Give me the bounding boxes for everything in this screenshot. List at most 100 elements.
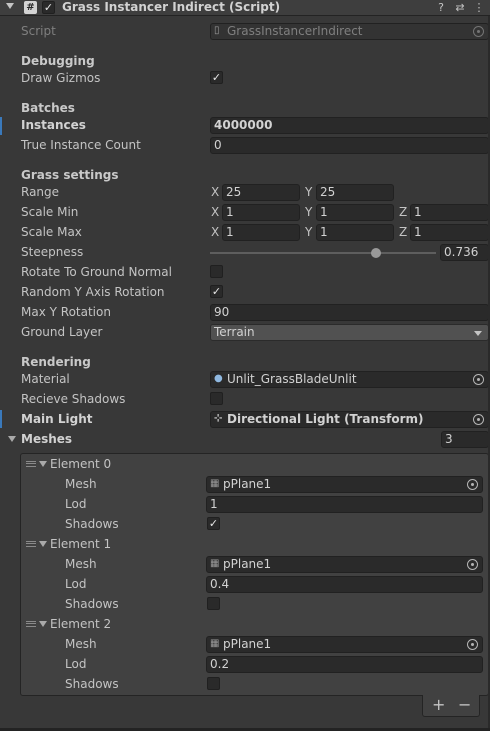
script-label: Script <box>21 24 56 38</box>
true-instance-count-label: True Instance Count <box>21 138 141 152</box>
range-x-input[interactable]: 25 <box>222 184 300 201</box>
material-picker-icon[interactable] <box>473 374 484 385</box>
scale-min-y-input[interactable]: 1 <box>316 204 394 221</box>
mesh-picker-icon[interactable] <box>467 559 478 570</box>
range-y-input[interactable]: 25 <box>316 184 394 201</box>
element-foldout-icon[interactable] <box>39 541 47 547</box>
remove-element-button[interactable]: − <box>458 697 471 713</box>
scale-max-y-label[interactable]: Y <box>305 224 312 240</box>
component-enabled-checkbox[interactable]: ✓ <box>42 1 55 14</box>
element-2-mesh-field[interactable]: ▦ pPlane1 <box>206 636 483 653</box>
meshes-foldout-icon[interactable] <box>8 436 16 442</box>
element-0-title[interactable]: Element 0 <box>50 456 111 472</box>
max-y-rotation-input[interactable]: 90 <box>210 304 489 321</box>
grass-settings-heading: Grass settings <box>21 168 119 182</box>
element-2-mesh-row: Mesh ▦ pPlane1 <box>0 635 490 653</box>
scale-max-y-input[interactable]: 1 <box>316 224 394 241</box>
element-0-mesh-field[interactable]: ▦ pPlane1 <box>206 476 483 493</box>
ground-layer-label: Ground Layer <box>21 325 103 339</box>
drag-handle-icon[interactable] <box>26 621 36 627</box>
recieve-shadows-row: Recieve Shadows <box>0 390 490 408</box>
meshes-size-input[interactable]: 3 <box>441 431 489 448</box>
material-label: Material <box>21 372 70 386</box>
recieve-shadows-checkbox[interactable] <box>210 392 223 405</box>
meshes-row: Meshes 3 <box>0 430 490 448</box>
element-1-title[interactable]: Element 1 <box>50 536 111 552</box>
script-icon: # <box>24 1 37 14</box>
mesh-picker-icon[interactable] <box>467 479 478 490</box>
element-1-lod-row: Lod 0.4 <box>0 575 490 593</box>
element-0-shadows-checkbox[interactable]: ✓ <box>207 517 220 530</box>
random-y-axis-rotation-checkbox[interactable]: ✓ <box>210 285 223 298</box>
element-0-mesh-row: Mesh ▦ pPlane1 <box>0 475 490 493</box>
element-1-mesh-field[interactable]: ▦ pPlane1 <box>206 556 483 573</box>
scale-min-z-input[interactable]: 1 <box>410 204 489 221</box>
element-2-lod-input[interactable]: 0.2 <box>206 656 483 673</box>
element-2-lod-row: Lod 0.2 <box>0 655 490 673</box>
ground-layer-row: Ground Layer Terrain <box>0 323 490 341</box>
draw-gizmos-label: Draw Gizmos <box>21 71 101 85</box>
max-y-rotation-row: Max Y Rotation 90 <box>0 303 490 321</box>
element-0-lod-input[interactable]: 1 <box>206 496 483 513</box>
random-y-axis-rotation-row: Random Y Axis Rotation ✓ <box>0 283 490 301</box>
foldout-arrow-icon[interactable] <box>6 3 14 9</box>
element-2-title[interactable]: Element 2 <box>50 616 111 632</box>
element-1-shadows-checkbox[interactable] <box>207 597 220 610</box>
steepness-slider-track[interactable] <box>210 252 436 254</box>
scale-min-label: Scale Min <box>21 205 79 219</box>
main-light-row: Main Light ⊹ Directional Light (Transfor… <box>0 410 490 428</box>
preset-icon[interactable]: ⇄ <box>453 0 467 15</box>
element-0-lod-label: Lod <box>65 497 87 511</box>
instances-input[interactable]: 4000000 <box>210 117 489 134</box>
steepness-input[interactable]: 0.736 <box>440 244 489 261</box>
draw-gizmos-checkbox[interactable]: ✓ <box>210 71 223 84</box>
element-foldout-icon[interactable] <box>39 621 47 627</box>
scale-min-z-label[interactable]: Z <box>399 204 407 220</box>
steepness-row: Steepness 0.736 <box>0 243 490 261</box>
rotate-to-ground-normal-label: Rotate To Ground Normal <box>21 265 172 279</box>
scale-max-z-input[interactable]: 1 <box>410 224 489 241</box>
scale-max-x-input[interactable]: 1 <box>222 224 300 241</box>
max-y-rotation-label: Max Y Rotation <box>21 305 111 319</box>
range-x-label[interactable]: X <box>211 184 219 200</box>
component-header[interactable]: # ✓ Grass Instancer Indirect (Script) ? … <box>0 0 490 16</box>
element-2-shadows-checkbox[interactable] <box>207 677 220 690</box>
element-0-lod-row: Lod 1 <box>0 495 490 513</box>
scale-max-label: Scale Max <box>21 225 82 239</box>
menu-icon[interactable]: ⋮ <box>472 0 486 15</box>
script-row: Script ▯ GrassInstancerIndirect <box>0 22 490 40</box>
true-instance-count-input[interactable]: 0 <box>210 137 489 154</box>
mesh-picker-icon[interactable] <box>467 639 478 650</box>
scale-min-x-label[interactable]: X <box>211 204 219 220</box>
steepness-slider-handle[interactable] <box>371 248 382 258</box>
drag-handle-icon[interactable] <box>26 461 36 467</box>
element-1-mesh-row: Mesh ▦ pPlane1 <box>0 555 490 573</box>
element-0-mesh-label: Mesh <box>65 477 97 491</box>
element-2-lod-label: Lod <box>65 657 87 671</box>
scale-min-row: Scale Min X 1 Y 1 Z 1 <box>0 203 490 221</box>
debugging-heading: Debugging <box>21 54 95 68</box>
help-icon[interactable]: ? <box>434 0 448 15</box>
scale-max-z-label[interactable]: Z <box>399 224 407 240</box>
element-0-mesh-value: pPlane1 <box>223 477 272 491</box>
element-1-mesh-label: Mesh <box>65 557 97 571</box>
drag-handle-icon[interactable] <box>26 541 36 547</box>
element-1-lod-input[interactable]: 0.4 <box>206 576 483 593</box>
scale-min-x-input[interactable]: 1 <box>222 204 300 221</box>
rotate-to-ground-normal-checkbox[interactable] <box>210 265 223 278</box>
main-light-field[interactable]: ⊹ Directional Light (Transform) <box>210 411 489 428</box>
meshes-label[interactable]: Meshes <box>21 431 72 447</box>
material-field[interactable]: ● Unlit_GrassBladeUnlit <box>210 371 489 388</box>
script-field[interactable]: ▯ GrassInstancerIndirect <box>210 23 489 40</box>
scale-min-y-label[interactable]: Y <box>305 204 312 220</box>
add-element-button[interactable]: + <box>432 697 445 713</box>
rendering-heading: Rendering <box>21 355 91 369</box>
ground-layer-dropdown[interactable]: Terrain <box>210 324 489 341</box>
mesh-grid-icon: ▦ <box>210 558 220 569</box>
main-light-picker-icon[interactable] <box>473 414 484 425</box>
range-y-label[interactable]: Y <box>305 184 312 200</box>
scale-max-x-label[interactable]: X <box>211 224 219 240</box>
element-1-shadows-row: Shadows <box>0 595 490 613</box>
instances-row: Instances 4000000 <box>0 116 490 134</box>
element-foldout-icon[interactable] <box>39 461 47 467</box>
